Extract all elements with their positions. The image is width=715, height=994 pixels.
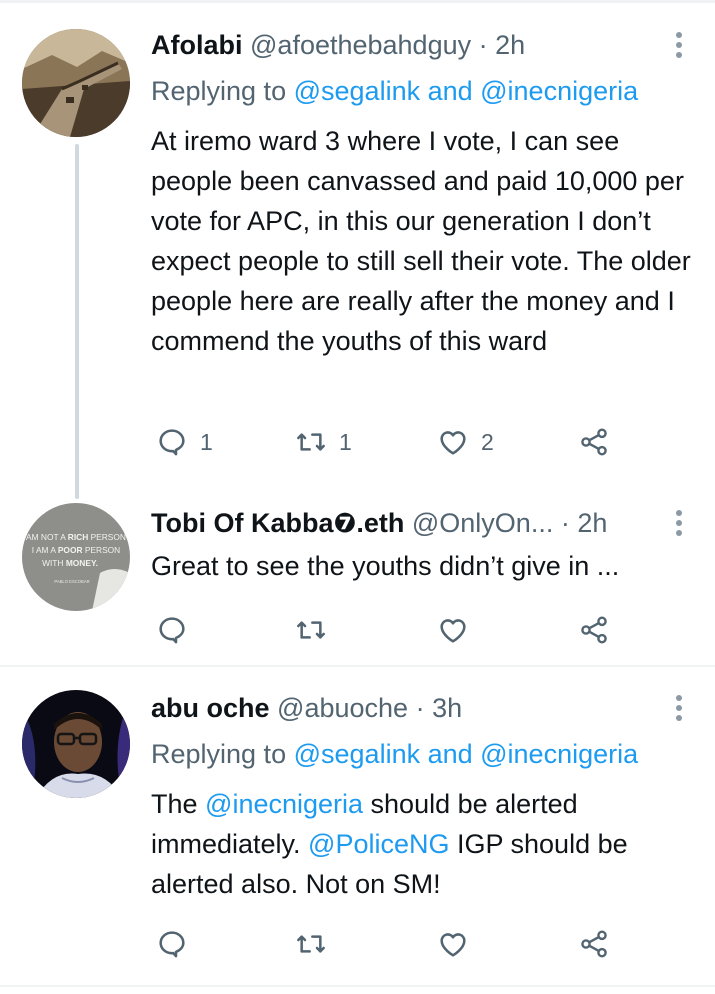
like-button[interactable]	[437, 612, 469, 648]
thread-line	[75, 144, 79, 499]
timestamp[interactable]: · 2h	[561, 508, 608, 538]
tweet-header: Afolabi @afoethebahdguy · 2h	[151, 27, 655, 63]
svg-text:AM NOT A RICH PERSON: AM NOT A RICH PERSON	[26, 532, 126, 542]
replying-to-label: Replying to	[151, 76, 287, 106]
avatar-quote-author: PABLO ESCOBAR	[54, 579, 89, 584]
retweet-icon	[297, 621, 325, 639]
tweet-divider	[0, 985, 715, 987]
like-icon	[440, 431, 466, 455]
avatar-quote-line1a: AM NOT A	[26, 532, 68, 542]
retweet-count: 1	[339, 428, 352, 455]
svg-text:WITH MONEY.: WITH MONEY.	[42, 558, 98, 568]
timestamp[interactable]: · 2h	[479, 30, 526, 60]
replying-to: Replying to @segalink and @inecnigeria	[151, 736, 638, 772]
reply-icon	[159, 931, 185, 958]
avatar[interactable]: AM NOT A RICH PERSON I AM A POOR PERSON …	[22, 503, 130, 611]
replying-to-targets[interactable]: @segalink and @inecnigeria	[294, 76, 639, 106]
share-button[interactable]	[578, 612, 610, 648]
retweet-icon	[297, 935, 325, 953]
replying-to-targets[interactable]: @segalink and @inecnigeria	[294, 739, 639, 769]
more-icon[interactable]	[667, 505, 691, 541]
tweet-actions	[151, 926, 621, 962]
avatar[interactable]	[22, 690, 130, 798]
display-name[interactable]: Tobi Of Kabba❼.eth	[151, 508, 404, 538]
retweet-icon	[297, 433, 325, 451]
like-count: 2	[481, 428, 494, 455]
share-icon	[581, 616, 607, 644]
like-icon	[440, 933, 466, 957]
tweet-text: Great to see the youths didn’t give in .…	[151, 551, 620, 581]
timestamp[interactable]: · 3h	[416, 693, 463, 723]
avatar-quote-line2b: POOR	[58, 545, 83, 555]
avatar-quote-line2c: PERSON	[83, 545, 121, 555]
tweet-actions	[151, 612, 621, 648]
more-icon[interactable]	[667, 27, 691, 63]
avatar-quote-line1b: RICH	[68, 532, 88, 542]
more-icon[interactable]	[667, 690, 691, 726]
tweet-abu-oche[interactable]: abu oche @abuoche · 3h Replying to @sega…	[0, 667, 715, 985]
replying-to-label: Replying to	[151, 739, 287, 769]
avatar[interactable]	[22, 29, 130, 137]
share-icon	[581, 428, 607, 456]
avatar-great-wall-image	[22, 29, 130, 137]
tweet-afolabi[interactable]: Afolabi @afoethebahdguy · 2h Replying to…	[0, 0, 715, 499]
avatar-quote-image: AM NOT A RICH PERSON I AM A POOR PERSON …	[22, 503, 130, 611]
retweet-button[interactable]	[295, 926, 327, 962]
tweet-text: The @inecnigeria should be alerted immed…	[151, 784, 696, 904]
tweet-text: At iremo ward 3 where I vote, I can see …	[151, 126, 691, 356]
avatar-quote-line3b: MONEY.	[66, 558, 98, 568]
avatar-portrait-image	[22, 690, 130, 798]
tweet-header: Tobi Of Kabba❼.eth @OnlyOn... · 2h	[151, 505, 655, 541]
handle[interactable]: @abuoche	[277, 693, 408, 723]
reply-icon	[159, 429, 185, 456]
reply-button[interactable]	[156, 612, 188, 648]
share-button[interactable]	[578, 926, 610, 962]
reply-button[interactable]	[156, 926, 188, 962]
display-name[interactable]: Afolabi	[151, 30, 243, 60]
avatar-quote-line2a: I AM A	[32, 545, 58, 555]
avatar-quote-line1c: PERSON	[88, 532, 126, 542]
mention-link[interactable]: @PoliceNG	[308, 829, 449, 859]
display-name[interactable]: abu oche	[151, 693, 270, 723]
retweet-button[interactable]: 1	[295, 424, 352, 460]
share-icon	[581, 930, 607, 958]
reply-button[interactable]: 1	[156, 424, 213, 460]
mention-link[interactable]: @inecnigeria	[205, 789, 363, 819]
avatar-quote-line3a: WITH	[42, 558, 66, 568]
tweet-text-part: The	[151, 789, 206, 819]
like-button[interactable]: 2	[437, 424, 494, 460]
replying-to: Replying to @segalink and @inecnigeria	[151, 73, 638, 109]
tweet-header: abu oche @abuoche · 3h	[151, 690, 655, 726]
share-button[interactable]	[578, 424, 610, 460]
reply-count: 1	[200, 428, 213, 455]
tweet-tobi[interactable]: AM NOT A RICH PERSON I AM A POOR PERSON …	[0, 496, 715, 666]
tweet-actions: 1 1 2	[151, 424, 621, 460]
like-icon	[440, 619, 466, 643]
handle[interactable]: @afoethebahdguy	[250, 30, 471, 60]
svg-text:I AM A POOR PERSON: I AM A POOR PERSON	[32, 545, 120, 555]
reply-icon	[159, 617, 185, 644]
retweet-button[interactable]	[295, 612, 327, 648]
like-button[interactable]	[437, 926, 469, 962]
handle[interactable]: @OnlyOn...	[412, 508, 553, 538]
